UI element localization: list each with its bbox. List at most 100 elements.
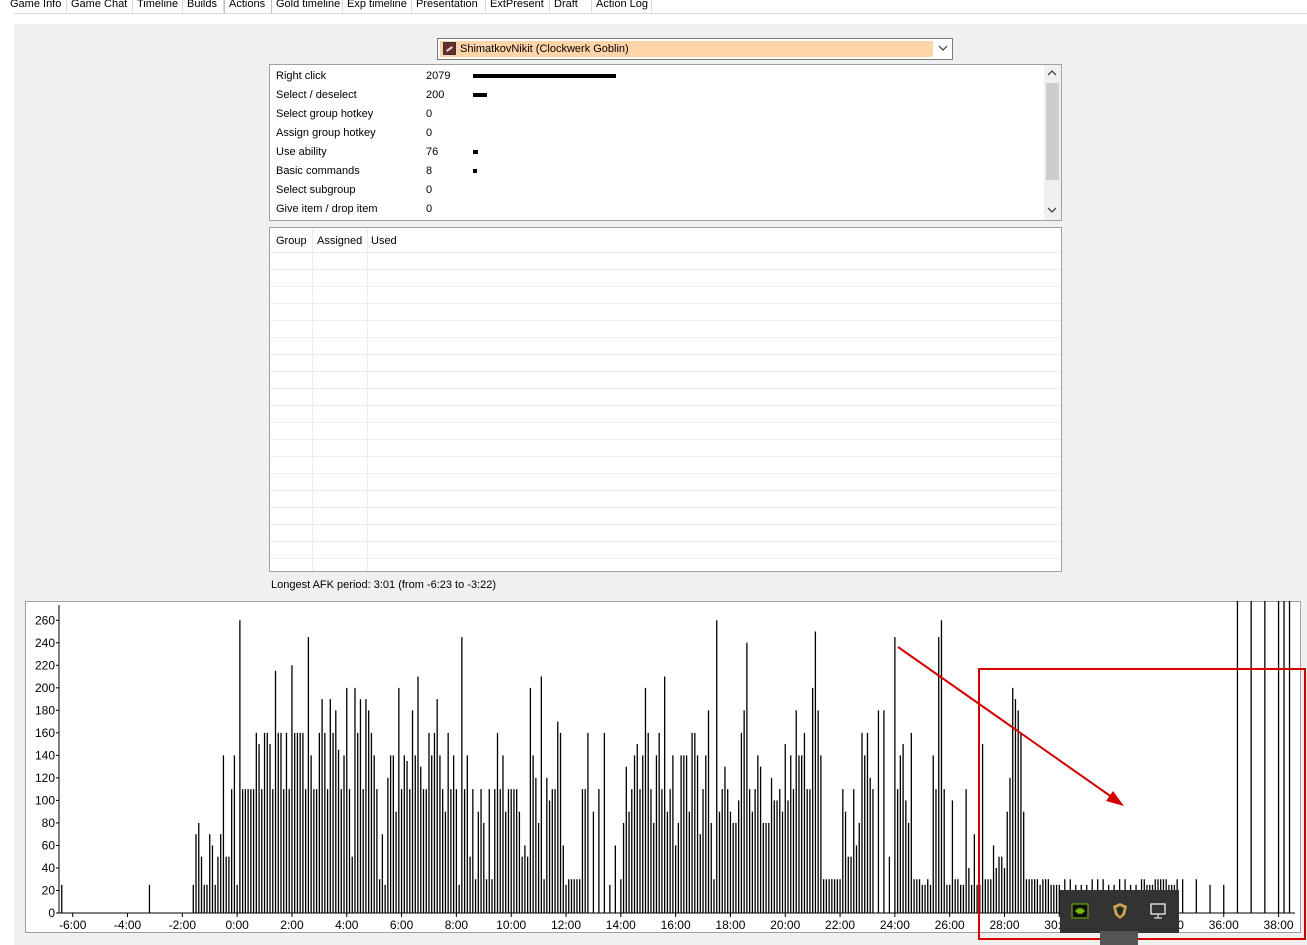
tab-bar: Game Info Game Chat Timeline Builds Actions G… — [0, 0, 1307, 14]
x-tick-label: 38:00 — [1264, 918, 1294, 932]
tray-scroll-handle — [1100, 931, 1138, 945]
y-tick-label: 200 — [35, 681, 55, 695]
row-divider — [271, 303, 1061, 304]
action-count: 2079 — [426, 70, 451, 82]
action-name: Select / deselect — [276, 89, 357, 101]
list-item[interactable]: Basic commands 8 — [270, 162, 1042, 181]
y-tick-label: 140 — [35, 748, 55, 762]
row-divider — [271, 558, 1061, 559]
tab-extpresent[interactable]: ExtPresent — [486, 0, 550, 12]
row-divider — [271, 439, 1061, 440]
list-item[interactable]: Select / deselect 200 — [270, 86, 1042, 105]
hotkey-groups-table[interactable]: Group Assigned Used — [269, 227, 1062, 572]
y-tick-label: 260 — [35, 613, 55, 627]
x-tick-label: 16:00 — [661, 918, 691, 932]
row-divider — [271, 286, 1061, 287]
scroll-down-icon[interactable] — [1047, 207, 1057, 214]
x-tick-label: 6:00 — [390, 918, 414, 932]
nvidia-icon[interactable] — [1070, 901, 1090, 921]
row-divider — [271, 473, 1061, 474]
action-count: 200 — [426, 89, 445, 101]
action-name: Use ability — [276, 146, 327, 158]
x-tick-label: 22:00 — [825, 918, 855, 932]
action-name: Assign group hotkey — [276, 127, 376, 139]
shield-app-icon[interactable] — [1110, 901, 1130, 921]
scrollbar-thumb[interactable] — [1046, 83, 1059, 180]
x-tick-label: 2:00 — [280, 918, 304, 932]
x-tick-label: -2:00 — [169, 918, 197, 932]
action-name: Select subgroup — [276, 184, 356, 196]
list-item[interactable]: Select group hotkey 0 — [270, 105, 1042, 124]
afk-period-text: Longest AFK period: 3:01 (from -6:23 to … — [271, 579, 497, 591]
action-type-list[interactable]: Right click 2079 Select / deselect 200 Selec… — [269, 64, 1062, 221]
player-select[interactable]: ShimatkovNikit (Clockwerk Goblin) — [437, 38, 953, 60]
tab-action-log[interactable]: Action Log — [592, 0, 652, 12]
y-tick-label: 80 — [42, 816, 56, 830]
x-tick-label: 26:00 — [935, 918, 965, 932]
x-tick-label: 4:00 — [335, 918, 359, 932]
x-tick-label: 36:00 — [1209, 918, 1239, 932]
action-count: 76 — [426, 146, 439, 158]
y-tick-label: 40 — [42, 861, 56, 875]
row-divider — [271, 269, 1061, 270]
tab-builds[interactable]: Builds — [183, 0, 224, 12]
row-divider — [271, 524, 1061, 525]
network-icon[interactable] — [1148, 901, 1168, 921]
row-divider — [271, 354, 1061, 355]
list-item[interactable]: Select subgroup 0 — [270, 181, 1042, 200]
tab-gold-timeline[interactable]: Gold timeline — [272, 0, 343, 12]
list-item[interactable]: Give item / drop item 0 — [270, 200, 1042, 219]
column-header-group[interactable]: Group — [276, 235, 307, 247]
x-tick-label: 24:00 — [880, 918, 910, 932]
x-tick-label: 18:00 — [715, 918, 745, 932]
y-tick-label: 20 — [42, 883, 56, 897]
system-tray-popup — [1060, 890, 1179, 933]
action-count-bar — [473, 150, 478, 154]
column-divider — [312, 228, 313, 571]
y-tick-label: 100 — [35, 793, 55, 807]
column-header-assigned[interactable]: Assigned — [317, 235, 362, 247]
tab-game-info[interactable]: Game Info — [6, 0, 67, 12]
action-list-scrollbar[interactable] — [1044, 65, 1061, 220]
tab-game-chat[interactable]: Game Chat — [67, 0, 133, 12]
tab-exp-timeline[interactable]: Exp timeline — [343, 0, 412, 12]
tab-timeline[interactable]: Timeline — [133, 0, 183, 12]
action-count: 0 — [426, 184, 433, 196]
action-count: 0 — [426, 203, 433, 215]
player-select-highlight: ShimatkovNikit (Clockwerk Goblin) — [440, 41, 933, 57]
actions-per-minute-chart: 0 20 40 60 80 100 120 140 160 180 200 220 240 260 -6:0… — [35, 601, 1295, 932]
y-tick-label: 160 — [35, 726, 55, 740]
row-divider — [271, 252, 1061, 253]
row-divider — [271, 541, 1061, 542]
column-header-used[interactable]: Used — [371, 235, 397, 247]
chevron-down-icon[interactable] — [934, 39, 952, 59]
list-item[interactable]: Assign group hotkey 0 — [270, 124, 1042, 143]
column-divider — [367, 228, 368, 571]
action-count: 8 — [426, 165, 433, 177]
hero-portrait-icon — [443, 42, 456, 55]
y-tick-label: 220 — [35, 658, 55, 672]
x-tick-label: 14:00 — [606, 918, 636, 932]
tab-draft[interactable]: Draft — [550, 0, 592, 12]
x-tick-label: 20:00 — [770, 918, 800, 932]
row-divider — [271, 490, 1061, 491]
tab-presentation[interactable]: Presentation — [412, 0, 486, 12]
scroll-up-icon[interactable] — [1047, 69, 1057, 76]
list-item[interactable]: Use ability 76 — [270, 143, 1042, 162]
y-tick-label: 180 — [35, 703, 55, 717]
action-name: Select group hotkey — [276, 108, 374, 120]
x-tick-label: 12:00 — [551, 918, 581, 932]
row-divider — [271, 405, 1061, 406]
action-count-bar — [473, 169, 477, 173]
tab-actions[interactable]: Actions — [224, 0, 272, 13]
y-tick-label: 60 — [42, 838, 56, 852]
action-name: Basic commands — [276, 165, 360, 177]
row-divider — [271, 388, 1061, 389]
x-tick-label: -6:00 — [59, 918, 87, 932]
x-tick-label: 0:00 — [225, 918, 249, 932]
list-item[interactable]: Right click 2079 — [270, 67, 1042, 86]
x-tick-label: -4:00 — [114, 918, 142, 932]
row-divider — [271, 456, 1061, 457]
row-divider — [271, 422, 1061, 423]
action-count: 0 — [426, 127, 433, 139]
